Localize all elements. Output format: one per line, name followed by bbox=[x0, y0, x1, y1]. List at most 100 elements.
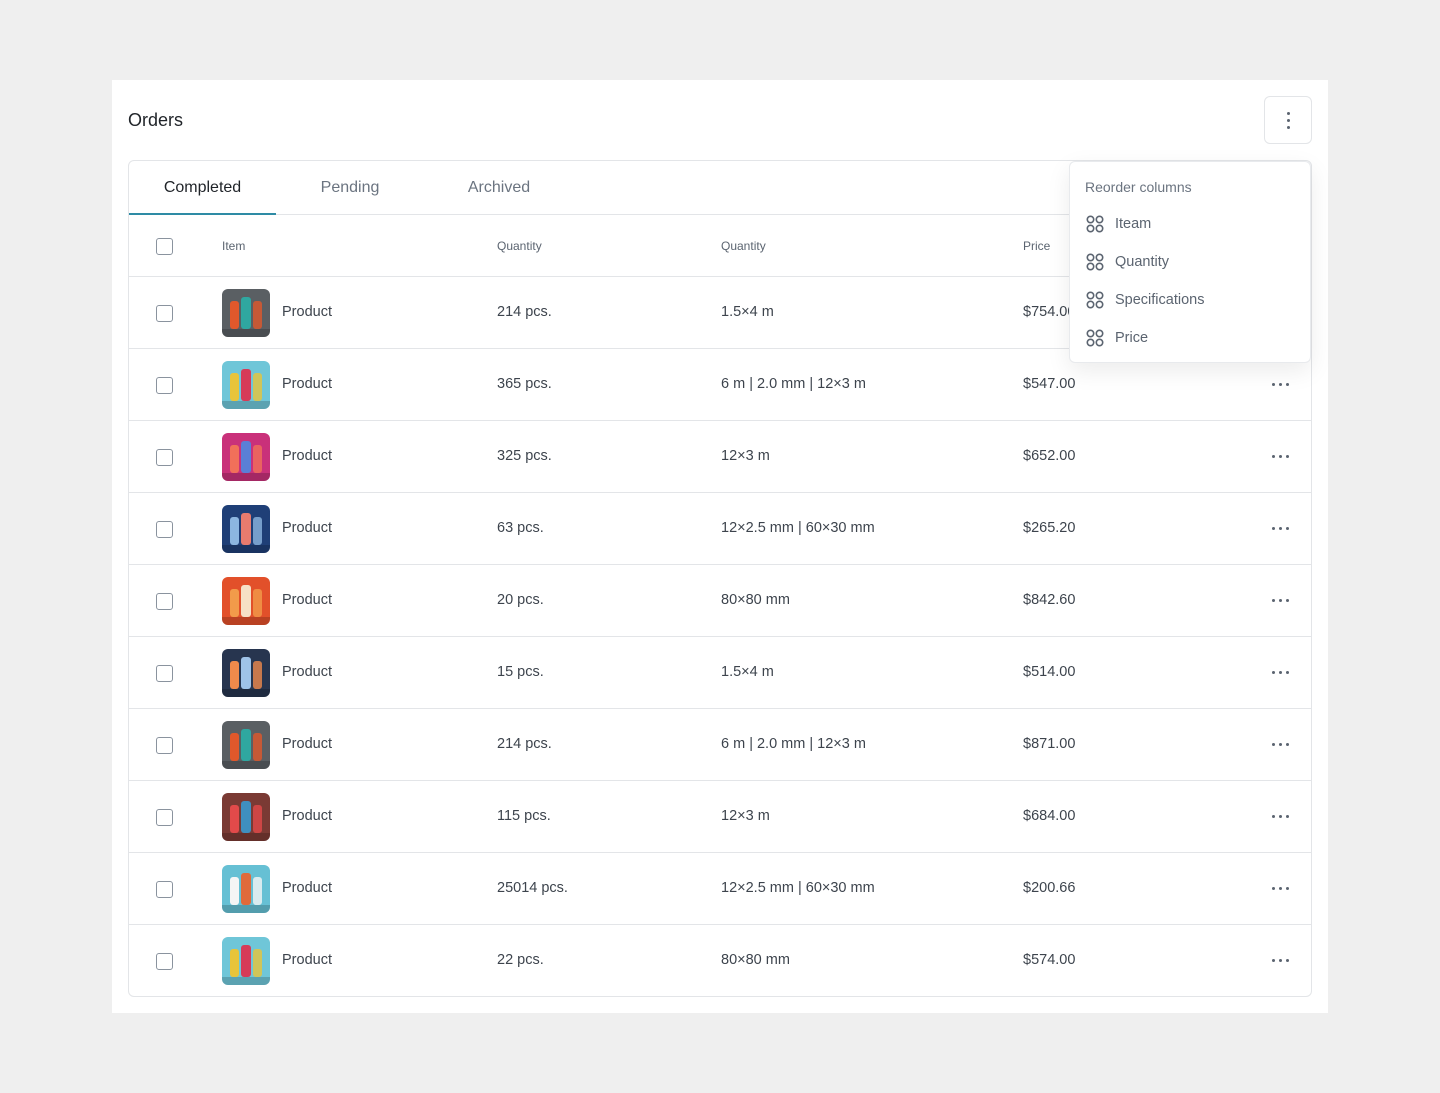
more-horizontal-icon[interactable] bbox=[1272, 887, 1289, 890]
specifications-cell: 1.5×4 m bbox=[721, 304, 774, 320]
table-row[interactable]: Product 214 pcs. 6 m | 2.0 mm | 12×3 m $871… bbox=[129, 709, 1311, 781]
product-name: Product bbox=[282, 520, 332, 536]
more-horizontal-icon[interactable] bbox=[1272, 455, 1289, 458]
reorder-item-label: Quantity bbox=[1115, 254, 1169, 270]
grid-handle-icon bbox=[1086, 253, 1104, 271]
row-checkbox[interactable] bbox=[156, 593, 173, 610]
product-thumbnail bbox=[222, 361, 270, 409]
row-checkbox[interactable] bbox=[156, 953, 173, 970]
quantity-cell: 20 pcs. bbox=[497, 592, 544, 608]
more-horizontal-icon[interactable] bbox=[1272, 527, 1289, 530]
row-checkbox[interactable] bbox=[156, 809, 173, 826]
table-row[interactable]: Product 115 pcs. 12×3 m $684.00 bbox=[129, 781, 1311, 853]
quantity-cell: 15 pcs. bbox=[497, 664, 544, 680]
quantity-cell: 115 pcs. bbox=[497, 808, 551, 824]
reorder-item-specifications[interactable]: Specifications bbox=[1085, 288, 1204, 312]
more-horizontal-icon[interactable] bbox=[1272, 959, 1289, 962]
product-thumbnail bbox=[222, 289, 270, 337]
grid-handle-icon bbox=[1086, 329, 1104, 347]
quantity-cell: 22 pcs. bbox=[497, 952, 544, 968]
reorder-item-label: Specifications bbox=[1115, 292, 1205, 308]
product-name: Product bbox=[282, 592, 332, 608]
table-row[interactable]: Product 20 pcs. 80×80 mm $842.60 bbox=[129, 565, 1311, 637]
product-thumbnail bbox=[222, 937, 270, 985]
reorder-item-quantity[interactable]: Quantity bbox=[1085, 250, 1169, 274]
row-checkbox[interactable] bbox=[156, 665, 173, 682]
row-checkbox[interactable] bbox=[156, 521, 173, 538]
product-thumbnail bbox=[222, 577, 270, 625]
quantity-cell: 214 pcs. bbox=[497, 736, 552, 752]
product-thumbnail bbox=[222, 793, 270, 841]
more-horizontal-icon[interactable] bbox=[1272, 671, 1289, 674]
product-name: Product bbox=[282, 808, 332, 824]
product-thumbnail bbox=[222, 649, 270, 697]
table-row[interactable]: Product 63 pcs. 12×2.5 mm | 60×30 mm $265.2… bbox=[129, 493, 1311, 565]
product-name: Product bbox=[282, 664, 332, 680]
quantity-cell: 214 pcs. bbox=[497, 304, 552, 320]
price-cell: $547.00 bbox=[1023, 376, 1076, 392]
product-thumbnail bbox=[222, 865, 270, 913]
specifications-cell: 80×80 mm bbox=[721, 592, 790, 608]
price-cell: $871.00 bbox=[1023, 736, 1076, 752]
column-header-item[interactable]: Item bbox=[222, 239, 245, 253]
product-name: Product bbox=[282, 376, 332, 392]
product-thumbnail bbox=[222, 433, 270, 481]
price-cell: $265.20 bbox=[1023, 520, 1076, 536]
specifications-cell: 12×3 m bbox=[721, 448, 770, 464]
reorder-item-price[interactable]: Price bbox=[1085, 326, 1148, 350]
price-cell: $652.00 bbox=[1023, 448, 1076, 464]
price-cell: $684.00 bbox=[1023, 808, 1076, 824]
row-checkbox[interactable] bbox=[156, 305, 173, 322]
select-all-checkbox[interactable] bbox=[156, 238, 173, 255]
reorder-item-item[interactable]: Iteam bbox=[1085, 212, 1151, 236]
price-cell: $754.00 bbox=[1023, 304, 1076, 320]
table-body: Product 214 pcs. 1.5×4 m $754.00 Product 365 … bbox=[129, 277, 1311, 996]
specifications-cell: 12×2.5 mm | 60×30 mm bbox=[721, 520, 875, 536]
quantity-cell: 63 pcs. bbox=[497, 520, 544, 536]
reorder-item-label: Price bbox=[1115, 330, 1149, 346]
column-header-specifications[interactable]: Quantity bbox=[721, 239, 766, 253]
grid-handle-icon bbox=[1086, 291, 1104, 309]
more-vertical-icon bbox=[1286, 111, 1290, 129]
specifications-cell: 12×2.5 mm | 60×30 mm bbox=[721, 880, 875, 896]
product-name: Product bbox=[282, 448, 332, 464]
table-row[interactable]: Product 25014 pcs. 12×2.5 mm | 60×30 mm $20… bbox=[129, 853, 1311, 925]
price-cell: $842.60 bbox=[1023, 592, 1076, 608]
table-row[interactable]: Product 325 pcs. 12×3 m $652.00 bbox=[129, 421, 1311, 493]
more-horizontal-icon[interactable] bbox=[1272, 599, 1289, 602]
column-header-quantity[interactable]: Quantity bbox=[497, 239, 542, 253]
product-name: Product bbox=[282, 304, 332, 320]
specifications-cell: 6 m | 2.0 mm | 12×3 m bbox=[721, 736, 866, 752]
more-horizontal-icon[interactable] bbox=[1272, 815, 1289, 818]
page-title: Orders bbox=[128, 110, 184, 130]
tab-archived[interactable]: Archived bbox=[424, 161, 574, 215]
table-row[interactable]: Product 15 pcs. 1.5×4 m $514.00 bbox=[129, 637, 1311, 709]
more-options-button[interactable] bbox=[1264, 96, 1312, 144]
row-checkbox[interactable] bbox=[156, 449, 173, 466]
product-thumbnail bbox=[222, 505, 270, 553]
grid-handle-icon bbox=[1086, 215, 1104, 233]
row-checkbox[interactable] bbox=[156, 377, 173, 394]
product-name: Product bbox=[282, 736, 332, 752]
column-header-price[interactable]: Price bbox=[1023, 239, 1050, 253]
quantity-cell: 325 pcs. bbox=[497, 448, 552, 464]
specifications-cell: 12×3 m bbox=[721, 808, 770, 824]
product-name: Product bbox=[282, 880, 332, 896]
more-horizontal-icon[interactable] bbox=[1272, 743, 1289, 746]
row-checkbox[interactable] bbox=[156, 737, 173, 754]
specifications-cell: 6 m | 2.0 mm | 12×3 m bbox=[721, 376, 866, 392]
more-horizontal-icon[interactable] bbox=[1272, 383, 1289, 386]
price-cell: $200.66 bbox=[1023, 880, 1076, 896]
quantity-cell: 25014 pcs. bbox=[497, 880, 568, 896]
product-name: Product bbox=[282, 952, 332, 968]
price-cell: $514.00 bbox=[1023, 664, 1076, 680]
tab-pending[interactable]: Pending bbox=[276, 161, 424, 215]
quantity-cell: 365 pcs. bbox=[497, 376, 552, 392]
price-cell: $574.00 bbox=[1023, 952, 1076, 968]
tab-completed[interactable]: Completed bbox=[129, 161, 276, 215]
product-thumbnail bbox=[222, 721, 270, 769]
row-checkbox[interactable] bbox=[156, 881, 173, 898]
specifications-cell: 1.5×4 m bbox=[721, 664, 774, 680]
table-row[interactable]: Product 22 pcs. 80×80 mm $574.00 bbox=[129, 925, 1311, 996]
reorder-menu-title: Reorder columns bbox=[1085, 179, 1192, 195]
